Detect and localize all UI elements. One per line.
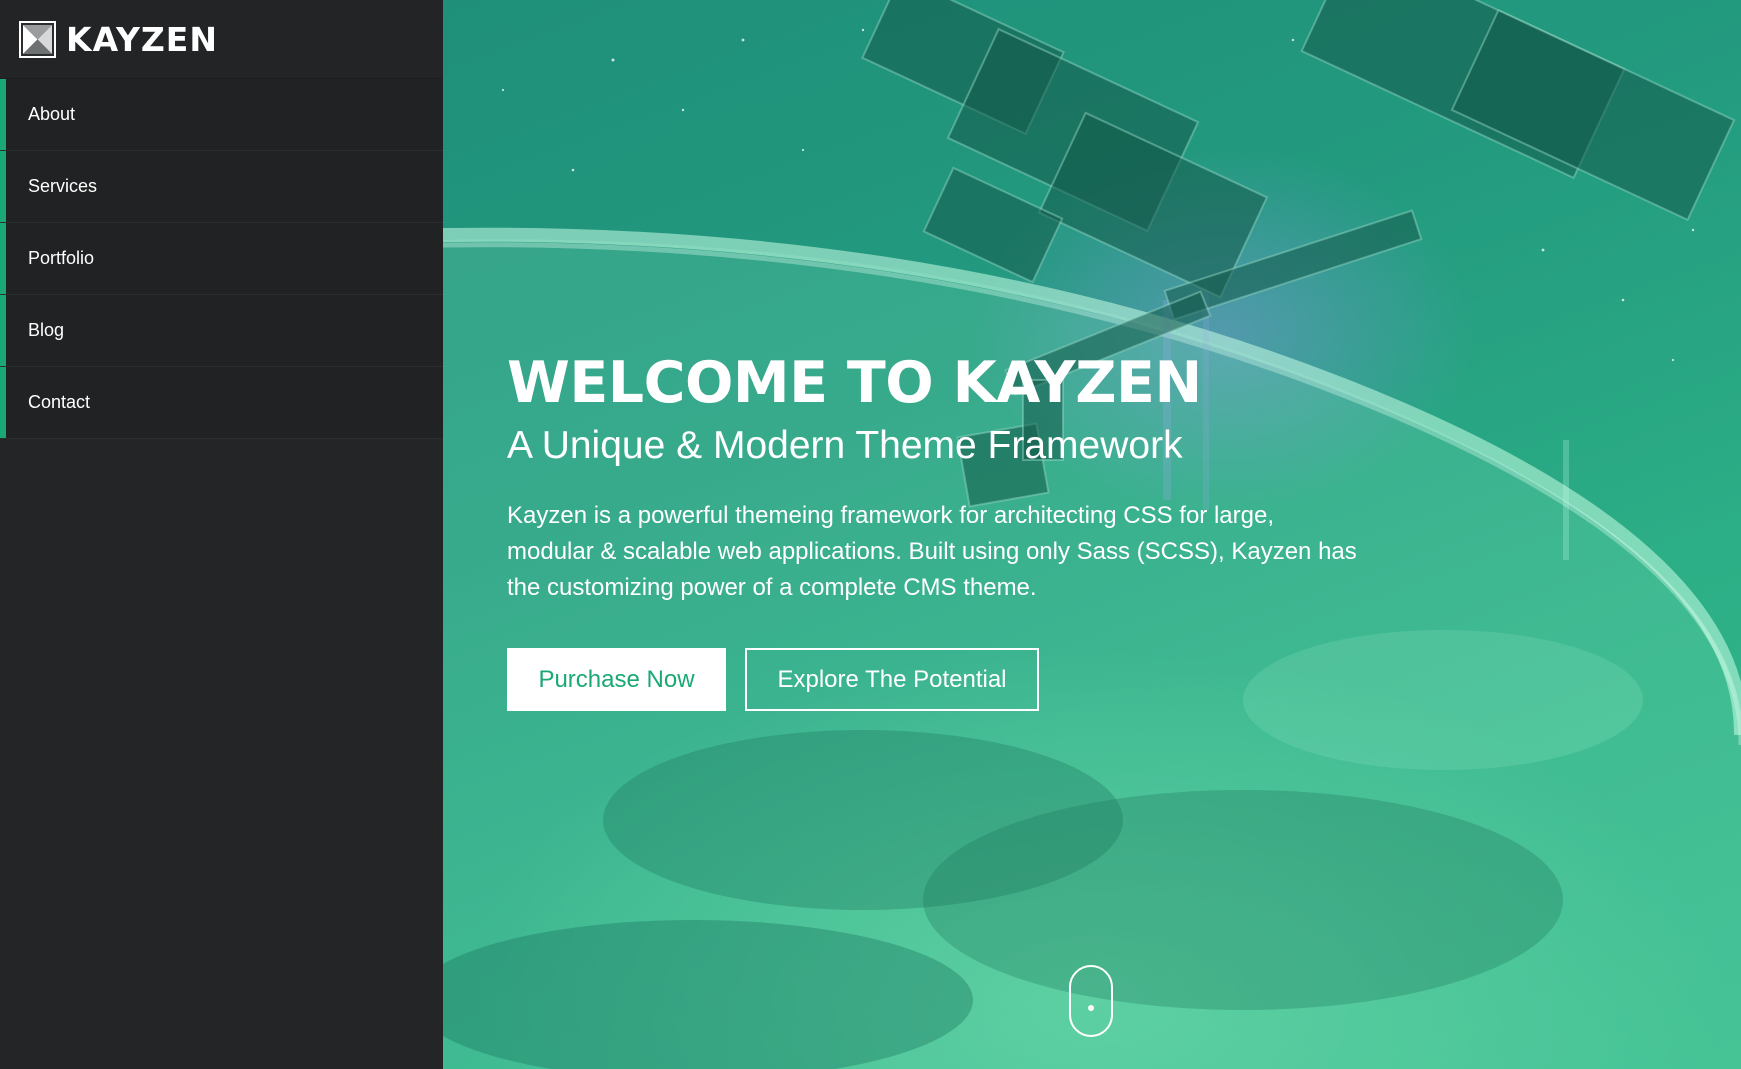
hero-title: WELCOME TO KAYZEN — [507, 350, 1202, 416]
hero-subtitle: A Unique & Modern Theme Framework — [507, 424, 1183, 467]
hero-content: WELCOME TO KAYZEN A Unique & Modern Them… — [507, 352, 1387, 711]
nav-item-services[interactable]: Services — [0, 151, 443, 223]
hero-actions: Purchase Now Explore The Potential — [507, 648, 1387, 711]
page: KAYZEN About Services Portfolio Blog Con… — [0, 0, 1741, 1069]
kayzen-logo-icon — [19, 20, 56, 58]
explore-potential-button[interactable]: Explore The Potential — [745, 648, 1039, 711]
nav-item-blog[interactable]: Blog — [0, 295, 443, 367]
hero-section: WELCOME TO KAYZEN A Unique & Modern Them… — [443, 0, 1741, 1069]
sidebar: KAYZEN About Services Portfolio Blog Con… — [0, 0, 444, 1069]
scroll-dot — [1088, 1005, 1094, 1011]
sidebar-nav: About Services Portfolio Blog Contact — [0, 79, 443, 439]
scroll-mouse-icon[interactable] — [1069, 965, 1113, 1037]
brand-name: KAYZEN — [66, 19, 218, 59]
purchase-now-button[interactable]: Purchase Now — [507, 648, 726, 711]
hero-description: Kayzen is a powerful themeing framework … — [507, 502, 1357, 601]
nav-item-portfolio[interactable]: Portfolio — [0, 223, 443, 295]
nav-item-contact[interactable]: Contact — [0, 367, 443, 439]
nav-item-about[interactable]: About — [0, 79, 443, 151]
brand[interactable]: KAYZEN — [0, 0, 443, 79]
